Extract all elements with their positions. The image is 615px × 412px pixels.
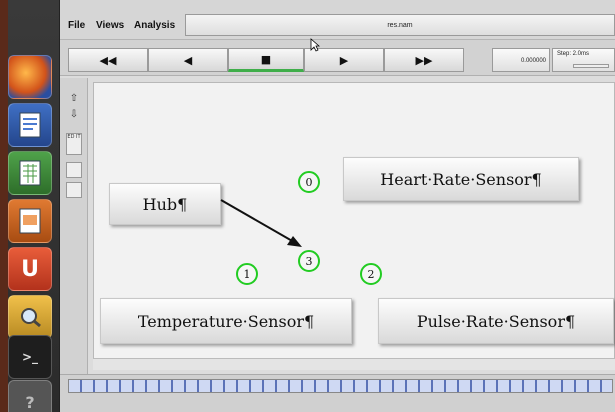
screen: U >_ ? File Views Analysis res.nam ◀◀ ◀ … — [0, 0, 615, 412]
link-line — [220, 199, 295, 243]
link-arrow — [220, 199, 302, 247]
arrowhead — [287, 236, 302, 247]
mouse-cursor — [310, 38, 320, 52]
